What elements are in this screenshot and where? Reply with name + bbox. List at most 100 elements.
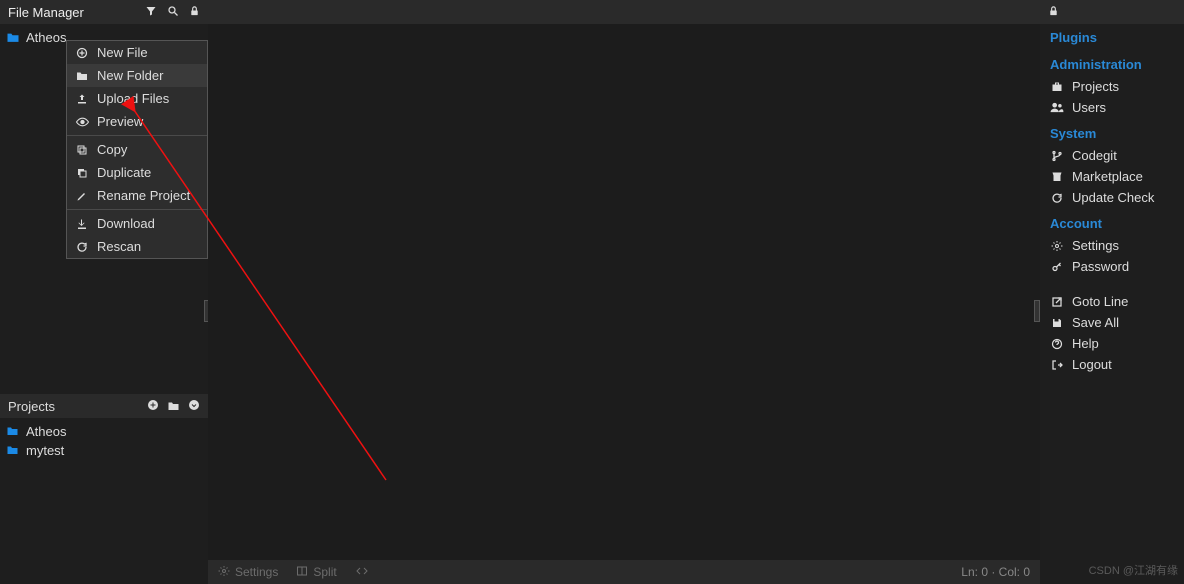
rp-label: Help — [1072, 336, 1099, 351]
help-icon — [1050, 338, 1064, 350]
context-menu: New File New Folder Upload Files Preview… — [66, 40, 208, 259]
editor-tabbar — [208, 0, 1040, 24]
folder-projects-icon[interactable] — [167, 399, 180, 414]
settings-button[interactable]: Settings — [218, 565, 278, 580]
store-icon — [1050, 171, 1064, 182]
watermark: CSDN @江湖有缘 — [1089, 562, 1178, 578]
split-icon — [296, 565, 308, 580]
ctx-duplicate[interactable]: Duplicate — [67, 161, 207, 184]
split-label: Split — [313, 565, 336, 579]
code-button[interactable] — [355, 565, 369, 580]
ctx-label: Rescan — [97, 239, 141, 254]
logout-icon — [1050, 359, 1064, 371]
upload-icon — [75, 93, 89, 105]
projects-title: Projects — [8, 399, 55, 414]
system-heading: System — [1050, 126, 1174, 141]
ctx-new-folder[interactable]: New Folder — [67, 64, 207, 87]
gear-icon — [1050, 240, 1064, 252]
plugins-heading: Plugins — [1050, 30, 1174, 45]
ctx-upload-files[interactable]: Upload Files — [67, 87, 207, 110]
right-resize-handle[interactable] — [1034, 300, 1040, 322]
git-branch-icon — [1050, 150, 1064, 162]
pencil-icon — [75, 190, 89, 202]
ctx-label: New File — [97, 45, 148, 60]
project-item[interactable]: Atheos — [6, 422, 202, 441]
project-label: mytest — [26, 443, 64, 458]
system-update-check[interactable]: Update Check — [1050, 187, 1174, 208]
cursor-position: Ln: 0 · Col: 0 — [961, 565, 1030, 579]
refresh-icon — [1050, 192, 1064, 204]
logout[interactable]: Logout — [1050, 354, 1174, 375]
ctx-copy[interactable]: Copy — [67, 138, 207, 161]
save-icon — [1050, 317, 1064, 329]
search-icon[interactable] — [167, 5, 179, 20]
projects-header: Projects — [0, 394, 208, 418]
rp-label: Codegit — [1072, 148, 1117, 163]
rp-label: Projects — [1072, 79, 1119, 94]
rp-label: Logout — [1072, 357, 1112, 372]
editor-panel: Settings Split Ln: 0 · Col: 0 — [208, 0, 1040, 584]
filter-icon[interactable] — [145, 5, 157, 20]
right-topbar — [1040, 0, 1184, 24]
editor-statusbar: Settings Split Ln: 0 · Col: 0 — [208, 560, 1040, 584]
rp-label: Users — [1072, 100, 1106, 115]
system-codegit[interactable]: Codegit — [1050, 145, 1174, 166]
rp-label: Settings — [1072, 238, 1119, 253]
code-icon — [355, 565, 369, 580]
editor-area[interactable] — [208, 24, 1040, 560]
ctx-separator — [67, 135, 207, 136]
split-button[interactable]: Split — [296, 565, 336, 580]
folder-icon — [6, 445, 20, 456]
file-manager-header: File Manager — [0, 0, 208, 24]
duplicate-icon — [75, 167, 89, 179]
ctx-label: Preview — [97, 114, 143, 129]
key-icon — [1050, 261, 1064, 273]
ctx-download[interactable]: Download — [67, 212, 207, 235]
right-panel: Plugins Administration Projects Users Sy… — [1040, 0, 1184, 584]
gear-icon — [218, 565, 230, 580]
projects-list: Atheos mytest — [0, 418, 208, 464]
settings-label: Settings — [235, 565, 278, 579]
account-settings[interactable]: Settings — [1050, 235, 1174, 256]
external-link-icon — [1050, 296, 1064, 308]
chevron-down-icon[interactable] — [188, 399, 200, 414]
admin-users[interactable]: Users — [1050, 97, 1174, 118]
lock-icon[interactable] — [1048, 5, 1059, 20]
folder-icon — [75, 71, 89, 81]
administration-heading: Administration — [1050, 57, 1174, 72]
tree-root-label: Atheos — [26, 30, 66, 45]
lock-icon[interactable] — [189, 5, 200, 20]
rp-label: Update Check — [1072, 190, 1154, 205]
account-heading: Account — [1050, 216, 1174, 231]
plus-circle-icon — [75, 47, 89, 59]
ctx-label: Duplicate — [97, 165, 151, 180]
system-marketplace[interactable]: Marketplace — [1050, 166, 1174, 187]
users-icon — [1050, 102, 1064, 113]
rp-label: Goto Line — [1072, 294, 1128, 309]
refresh-icon — [75, 241, 89, 253]
ctx-new-file[interactable]: New File — [67, 41, 207, 64]
ctx-label: Copy — [97, 142, 127, 157]
ctx-label: Rename Project — [97, 188, 190, 203]
folder-icon — [6, 32, 20, 43]
account-password[interactable]: Password — [1050, 256, 1174, 277]
ctx-rescan[interactable]: Rescan — [67, 235, 207, 258]
briefcase-icon — [1050, 81, 1064, 92]
admin-projects[interactable]: Projects — [1050, 76, 1174, 97]
save-all[interactable]: Save All — [1050, 312, 1174, 333]
ctx-separator — [67, 209, 207, 210]
copy-icon — [75, 144, 89, 156]
ctx-label: New Folder — [97, 68, 163, 83]
ctx-preview[interactable]: Preview — [67, 110, 207, 133]
rp-label: Password — [1072, 259, 1129, 274]
ctx-rename-project[interactable]: Rename Project — [67, 184, 207, 207]
project-item[interactable]: mytest — [6, 441, 202, 460]
download-icon — [75, 218, 89, 230]
add-project-icon[interactable] — [147, 399, 159, 414]
rp-label: Marketplace — [1072, 169, 1143, 184]
ctx-label: Download — [97, 216, 155, 231]
file-manager-panel: File Manager Atheos New File New Folder — [0, 0, 208, 584]
goto-line[interactable]: Goto Line — [1050, 291, 1174, 312]
help[interactable]: Help — [1050, 333, 1174, 354]
project-label: Atheos — [26, 424, 66, 439]
